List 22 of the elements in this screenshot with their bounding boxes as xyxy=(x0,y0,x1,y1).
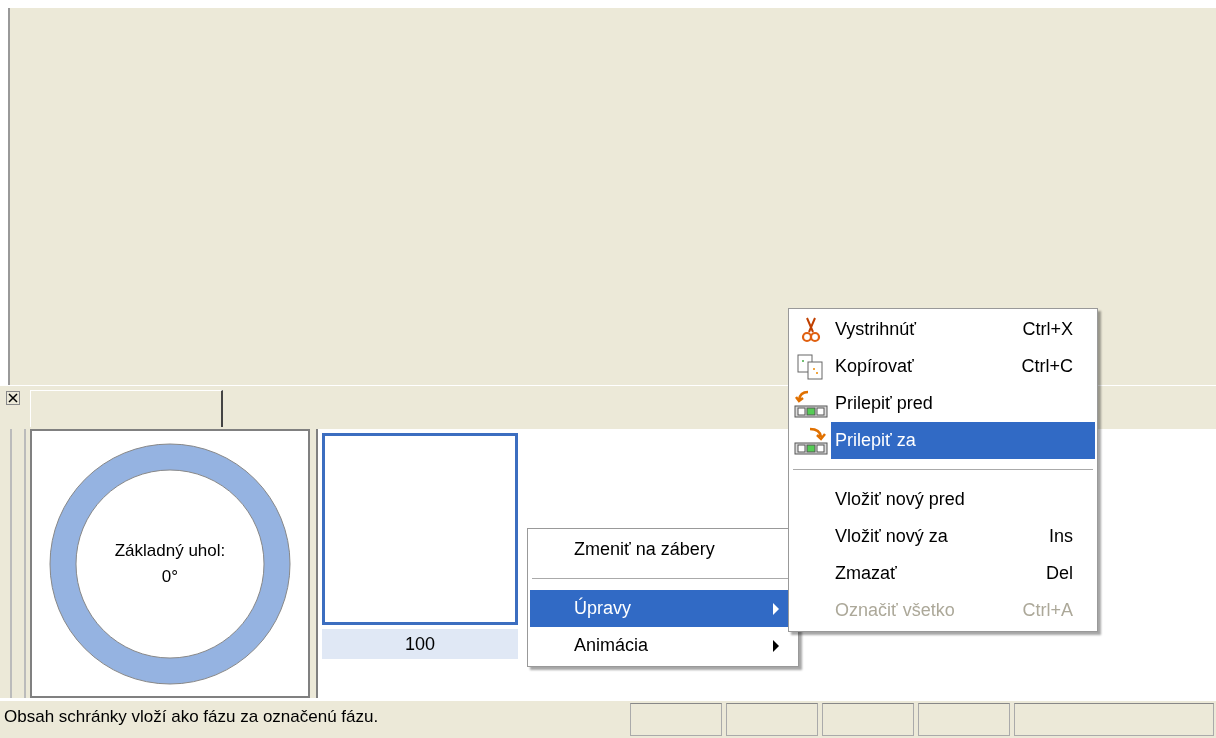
menu-item[interactable]: Vystrihnúť Ctrl+X xyxy=(831,311,1095,348)
dial-value: 0° xyxy=(161,566,179,587)
angle-dial-ring[interactable] xyxy=(48,441,292,686)
menu-item[interactable]: Prilepiť za xyxy=(831,422,1095,459)
frame-label: 100 xyxy=(322,629,518,659)
menu-item[interactable]: Prilepiť pred xyxy=(831,385,1095,422)
menu-item[interactable]: Vložiť nový za Ins xyxy=(831,518,1095,555)
menu-item[interactable]: Zmazať Del xyxy=(831,555,1095,592)
frame-thumbnail[interactable] xyxy=(322,433,518,625)
menu-item[interactable]: Vložiť nový pred xyxy=(831,481,1095,518)
splitter-handle[interactable] xyxy=(10,429,26,698)
copy-icon xyxy=(796,352,826,381)
status-message: Obsah schránky vloží ako fázu za označenú fázu. xyxy=(3,706,380,728)
submenu-arrow-icon xyxy=(772,639,780,652)
scissors-icon xyxy=(800,316,822,343)
menu-item[interactable]: Animácia xyxy=(530,627,796,664)
submenu-arrow-icon xyxy=(772,602,780,615)
arrow-into-frames-icon xyxy=(794,425,828,456)
menu-item[interactable]: Kopírovať Ctrl+C xyxy=(831,348,1095,385)
dial-label: Základný uhol: xyxy=(114,540,226,561)
close-icon[interactable] xyxy=(6,391,20,405)
arrow-into-frames-icon xyxy=(794,388,828,419)
